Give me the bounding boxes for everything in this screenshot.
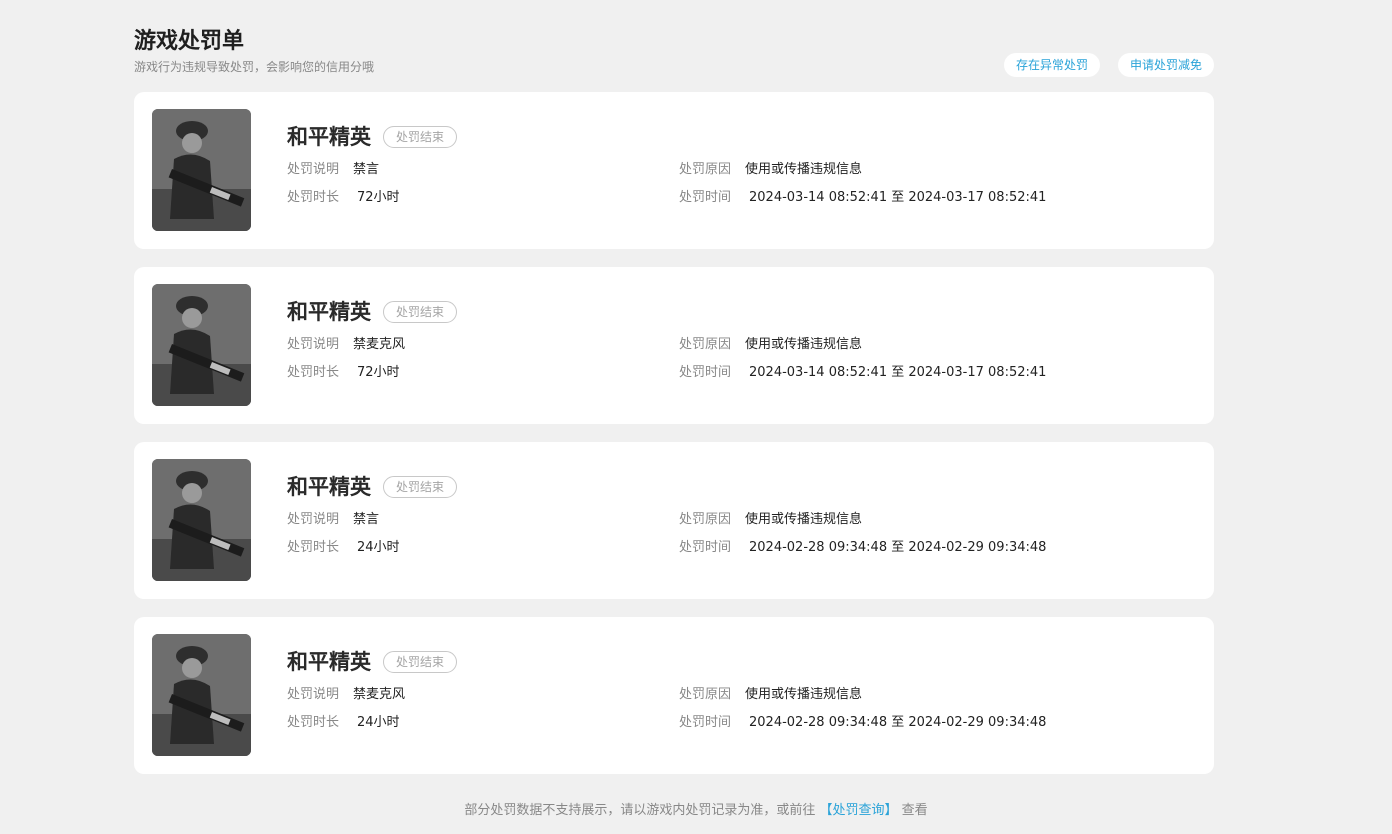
penalty-time-label: 处罚时间 [679,540,732,555]
page-subtitle: 游戏行为违规导致处罚，会影响您的信用分哦 [134,60,375,74]
penalty-duration-label: 处罚时长 [287,715,340,730]
penalty-desc-label: 处罚说明 [287,162,340,177]
penalty-card: 和平精英 处罚结束 处罚说明 禁麦克风 处罚时长 72小时 处罚原因 使用或传播… [134,267,1214,424]
penalty-duration-label: 处罚时长 [287,540,340,555]
penalty-query-link[interactable]: 【处罚查询】 [819,803,897,818]
penalty-reason-value: 使用或传播违规信息 [745,512,863,527]
penalty-time-label: 处罚时间 [679,715,732,730]
penalty-duration-label: 处罚时长 [287,190,340,205]
penalty-reason-field: 处罚原因 使用或传播违规信息 [679,511,862,529]
game-character-image [152,284,251,406]
penalty-desc-value: 禁言 [353,512,380,527]
penalty-desc-field: 处罚说明 禁麦克风 [287,686,405,704]
abnormal-penalty-button[interactable]: 存在异常处罚 [1003,53,1100,77]
penalty-time-value: 2024-02-28 09:34:48 至 2024-02-29 09:34:4… [749,540,1047,555]
penalty-reason-value: 使用或传播违规信息 [745,162,863,177]
page-header: 游戏处罚单 游戏行为违规导致处罚，会影响您的信用分哦 存在异常处罚 申请处罚减免 [134,28,1214,80]
status-badge: 处罚结束 [383,301,458,323]
game-thumbnail [152,459,251,581]
penalty-desc-label: 处罚说明 [287,512,340,527]
penalty-desc-value: 禁麦克风 [353,337,406,352]
status-badge: 处罚结束 [383,651,458,673]
game-name: 和平精英 [287,300,371,324]
penalty-reason-label: 处罚原因 [679,337,732,352]
penalty-desc-field: 处罚说明 禁言 [287,511,379,529]
penalty-time-field: 处罚时间 2024-02-28 09:34:48 至 2024-02-29 09… [679,714,1046,732]
penalty-duration-field: 处罚时长 72小时 [287,189,400,207]
penalty-reason-label: 处罚原因 [679,687,732,702]
game-title-row: 和平精英 处罚结束 [287,474,458,500]
apply-reduction-button[interactable]: 申请处罚减免 [1117,53,1214,77]
game-title-row: 和平精英 处罚结束 [287,649,458,675]
penalty-desc-label: 处罚说明 [287,687,340,702]
penalty-time-label: 处罚时间 [679,190,732,205]
page-title: 游戏处罚单 [134,29,245,54]
penalty-desc-field: 处罚说明 禁麦克风 [287,336,405,354]
penalty-reason-value: 使用或传播违规信息 [745,337,863,352]
penalty-duration-value: 24小时 [357,540,400,555]
penalty-desc-field: 处罚说明 禁言 [287,161,379,179]
penalty-reason-label: 处罚原因 [679,162,732,177]
penalty-card: 和平精英 处罚结束 处罚说明 禁麦克风 处罚时长 24小时 处罚原因 使用或传播… [134,617,1214,774]
penalty-time-field: 处罚时间 2024-02-28 09:34:48 至 2024-02-29 09… [679,539,1046,557]
game-name: 和平精英 [287,125,371,149]
status-badge: 处罚结束 [383,476,458,498]
game-character-image [152,459,251,581]
penalty-reason-value: 使用或传播违规信息 [745,687,863,702]
game-thumbnail [152,284,251,406]
status-badge: 处罚结束 [383,126,458,148]
footer-text: 部分处罚数据不支持展示，请以游戏内处罚记录为准，或前往 [464,803,816,818]
penalty-duration-field: 处罚时长 24小时 [287,539,400,557]
footer-suffix: 查看 [901,803,928,818]
footer-note: 部分处罚数据不支持展示，请以游戏内处罚记录为准，或前往 【处罚查询】 查看 [0,802,1392,820]
penalty-time-value: 2024-02-28 09:34:48 至 2024-02-29 09:34:4… [749,715,1047,730]
penalty-time-label: 处罚时间 [679,365,732,380]
penalty-card: 和平精英 处罚结束 处罚说明 禁言 处罚时长 72小时 处罚原因 使用或传播违规… [134,92,1214,249]
penalty-duration-label: 处罚时长 [287,365,340,380]
penalty-time-value: 2024-03-14 08:52:41 至 2024-03-17 08:52:4… [749,365,1047,380]
game-character-image [152,634,251,756]
penalty-time-value: 2024-03-14 08:52:41 至 2024-03-17 08:52:4… [749,190,1047,205]
penalty-list: 和平精英 处罚结束 处罚说明 禁言 处罚时长 72小时 处罚原因 使用或传播违规… [134,92,1214,792]
game-name: 和平精英 [287,475,371,499]
game-title-row: 和平精英 处罚结束 [287,124,458,150]
penalty-desc-value: 禁言 [353,162,380,177]
game-title-row: 和平精英 处罚结束 [287,299,458,325]
penalty-reason-field: 处罚原因 使用或传播违规信息 [679,686,862,704]
penalty-desc-label: 处罚说明 [287,337,340,352]
game-name: 和平精英 [287,650,371,674]
penalty-duration-value: 72小时 [357,365,400,380]
game-thumbnail [152,109,251,231]
penalty-time-field: 处罚时间 2024-03-14 08:52:41 至 2024-03-17 08… [679,364,1046,382]
penalty-duration-field: 处罚时长 72小时 [287,364,400,382]
penalty-duration-field: 处罚时长 24小时 [287,714,400,732]
penalty-desc-value: 禁麦克风 [353,687,406,702]
header-actions: 存在异常处罚 申请处罚减免 [1003,53,1214,77]
penalty-reason-field: 处罚原因 使用或传播违规信息 [679,161,862,179]
penalty-time-field: 处罚时间 2024-03-14 08:52:41 至 2024-03-17 08… [679,189,1046,207]
penalty-duration-value: 24小时 [357,715,400,730]
penalty-card: 和平精英 处罚结束 处罚说明 禁言 处罚时长 24小时 处罚原因 使用或传播违规… [134,442,1214,599]
penalty-reason-field: 处罚原因 使用或传播违规信息 [679,336,862,354]
game-thumbnail [152,634,251,756]
penalty-reason-label: 处罚原因 [679,512,732,527]
penalty-duration-value: 72小时 [357,190,400,205]
game-character-image [152,109,251,231]
